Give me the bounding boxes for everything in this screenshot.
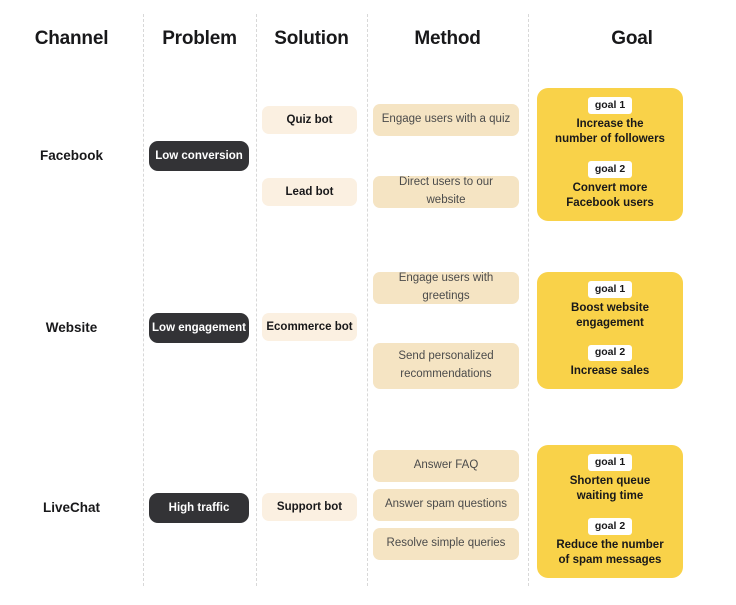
goal-block: goal 2 Convert more Facebook users xyxy=(566,161,654,212)
column-divider-channel-problem xyxy=(143,14,144,586)
goal-block: goal 1 Shorten queue waiting time xyxy=(569,454,651,505)
solution-card[interactable]: Support bot xyxy=(262,493,357,521)
channel-label: LiveChat xyxy=(42,500,100,515)
column-headers: Channel Problem Solution Method Goal xyxy=(0,28,736,62)
column-divider-method-goal xyxy=(528,14,529,586)
goal-card: goal 1 Shorten queue waiting time goal 2 Re… xyxy=(537,445,683,578)
column-header-method: Method xyxy=(414,28,481,49)
goal-text: Convert more Facebook users xyxy=(566,181,654,210)
method-card[interactable]: Engage users with a quiz xyxy=(373,104,519,136)
goal-text: Shorten queue waiting time xyxy=(569,474,651,503)
goal-card: goal 1 Increase the number of followers go… xyxy=(537,88,683,221)
solution-card[interactable]: Quiz bot xyxy=(262,106,357,134)
goal-text: Increase the number of followers xyxy=(555,117,665,146)
solution-card[interactable]: Lead bot xyxy=(262,178,357,206)
column-header-problem: Problem xyxy=(162,28,237,49)
column-header-solution: Solution xyxy=(274,28,349,49)
column-header-goal: Goal xyxy=(611,28,653,49)
goal-badge: goal 1 xyxy=(587,281,633,298)
goal-badge: goal 2 xyxy=(587,161,633,178)
goal-block: goal 1 Increase the number of followers xyxy=(555,97,665,148)
method-card[interactable]: Send personalized recommendations xyxy=(373,343,519,389)
goal-badge: goal 1 xyxy=(587,97,633,114)
channel-label: Facebook xyxy=(39,148,104,163)
goal-text: Reduce the number of spam messages xyxy=(556,538,664,567)
method-card[interactable]: Answer FAQ xyxy=(373,450,519,482)
goal-badge: goal 2 xyxy=(587,344,633,362)
problem-pill[interactable]: Low conversion xyxy=(149,141,249,171)
goal-text: Increase sales xyxy=(570,365,650,378)
method-card[interactable]: Resolve simple queries xyxy=(373,528,519,560)
goal-block: goal 1 Boost website engagement xyxy=(571,281,649,332)
method-card[interactable]: Answer spam questions xyxy=(373,489,519,521)
goal-card: goal 1 Boost website engagement goal 2 Incr… xyxy=(537,272,683,389)
channel-label: Website xyxy=(45,320,98,335)
goal-block: goal 2 Increase sales xyxy=(570,344,650,380)
solution-card[interactable]: Ecommerce bot xyxy=(262,313,357,341)
method-card[interactable]: Engage users with greetings xyxy=(373,272,519,304)
diagram-board: Channel Problem Solution Method Goal Fac… xyxy=(0,0,736,605)
problem-pill[interactable]: High traffic xyxy=(149,493,249,523)
problem-pill[interactable]: Low engagement xyxy=(149,313,249,343)
goal-text: Boost website engagement xyxy=(571,301,649,330)
column-divider-solution-method xyxy=(367,14,368,586)
goal-badge: goal 1 xyxy=(587,454,633,471)
column-divider-problem-solution xyxy=(256,14,257,586)
method-card[interactable]: Direct users to our website xyxy=(373,176,519,208)
goal-badge: goal 2 xyxy=(587,518,633,535)
goal-block: goal 2 Reduce the number of spam messages xyxy=(556,518,664,569)
column-header-channel: Channel xyxy=(34,28,109,49)
